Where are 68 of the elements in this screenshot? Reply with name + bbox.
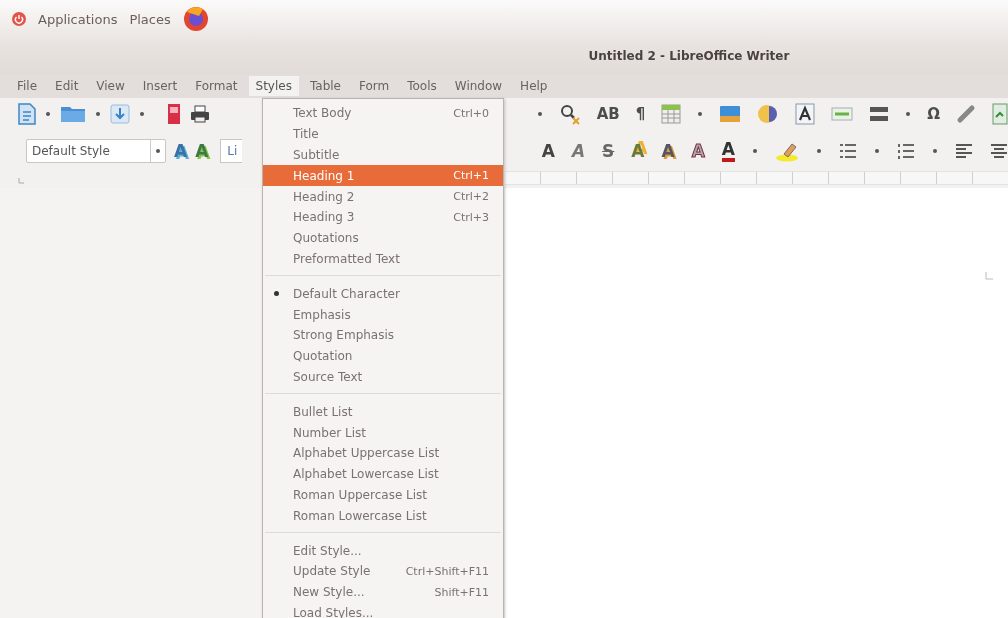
style-menu-item[interactable]: Heading 2 Ctrl+2: [263, 186, 503, 207]
special-character-button[interactable]: Ω: [927, 105, 940, 123]
menu-item[interactable]: File: [10, 76, 45, 96]
folder-icon[interactable]: [60, 105, 86, 123]
style-menu-item[interactable]: Preformatted Text: [263, 248, 503, 270]
browser-icon[interactable]: [182, 6, 209, 32]
menu-item[interactable]: Edit: [48, 76, 86, 96]
window-title: Untitled 2 - LibreOffice Writer: [588, 49, 790, 63]
download-icon[interactable]: [110, 104, 130, 124]
formatting-marks-button[interactable]: ¶: [635, 105, 646, 123]
align-center-icon[interactable]: [990, 143, 1008, 159]
menu-item[interactable]: Help: [513, 76, 555, 96]
style-menu-item[interactable]: Subtitle: [263, 144, 503, 166]
numbered-list-icon[interactable]: [897, 143, 915, 159]
outline-format-button[interactable]: A: [691, 141, 705, 161]
power-icon[interactable]: [12, 12, 26, 26]
text-box-icon[interactable]: [795, 103, 816, 125]
paragraph-style-field[interactable]: Default Style: [26, 139, 166, 163]
style-menu-item[interactable]: New Style... Shift+F11: [263, 581, 503, 603]
style-menu-item[interactable]: Number List: [263, 422, 503, 443]
style-menu-item[interactable]: Update Style Ctrl+Shift+F11: [263, 560, 503, 582]
corner-mark-icon: [18, 177, 24, 184]
menu-item[interactable]: Table: [302, 76, 348, 96]
new-style-button[interactable]: A: [195, 141, 209, 161]
style-menu-item[interactable]: Roman Uppercase List: [263, 484, 503, 506]
menu-item[interactable]: Format: [188, 76, 245, 96]
super-format-button[interactable]: A: [631, 141, 645, 161]
menu-item[interactable]: Styles: [248, 76, 299, 96]
style-menu-item[interactable]: Strong Emphasis: [263, 324, 503, 346]
panel-menu[interactable]: Places: [129, 11, 171, 27]
find-replace-icon[interactable]: [558, 103, 581, 125]
image-icon[interactable]: [719, 105, 742, 123]
style-menu-item[interactable]: Title: [263, 123, 503, 145]
menu-item[interactable]: View: [89, 76, 132, 96]
style-menu-item[interactable]: Heading 3 Ctrl+3: [263, 207, 503, 228]
panel-menu[interactable]: Applications: [38, 11, 118, 27]
new-document-icon[interactable]: [18, 103, 36, 125]
menu-item[interactable]: Tools: [400, 76, 444, 96]
page-break-icon[interactable]: [869, 106, 890, 122]
style-menu-item[interactable]: Emphasis: [263, 304, 503, 325]
menu-item[interactable]: Insert: [135, 76, 185, 96]
italic-format-button[interactable]: A: [571, 141, 586, 161]
style-menu-item[interactable]: Alphabet Uppercase List: [263, 442, 503, 464]
style-menu-item[interactable]: Roman Lowercase List: [263, 505, 503, 527]
style-menu-item[interactable]: Default Character: [263, 283, 503, 305]
font-name-field[interactable]: Li: [220, 139, 243, 163]
style-menu-item[interactable]: Source Text: [263, 366, 503, 388]
printer-icon[interactable]: [190, 105, 210, 123]
menu-item[interactable]: Window: [447, 76, 510, 96]
style-menu-item[interactable]: Alphabet Lowercase List: [263, 463, 503, 485]
style-menu-item[interactable]: Edit Style...: [263, 540, 503, 561]
spelling-button[interactable]: AB: [596, 105, 620, 123]
style-menu-item[interactable]: Text Body Ctrl+0: [263, 103, 503, 124]
update-style-button[interactable]: A: [174, 141, 188, 161]
bold-format-button[interactable]: A: [541, 141, 555, 161]
style-menu-item[interactable]: Quotations: [263, 227, 503, 249]
text-boundary-icon: [983, 272, 993, 282]
style-menu-item[interactable]: Bullet List: [263, 401, 503, 423]
align-left-icon[interactable]: [955, 143, 973, 159]
style-menu-item[interactable]: Quotation: [263, 345, 503, 367]
bullet-list-icon[interactable]: [839, 143, 857, 159]
menu-item[interactable]: Form: [352, 76, 397, 96]
strike-format-button[interactable]: S: [602, 141, 615, 161]
color-format-button[interactable]: A: [721, 140, 735, 162]
pie-chart-icon[interactable]: [757, 103, 780, 125]
shadow-format-button[interactable]: A: [661, 141, 675, 161]
pdf-icon[interactable]: [167, 103, 181, 125]
style-menu-item[interactable]: Heading 1 Ctrl+1: [263, 165, 503, 187]
